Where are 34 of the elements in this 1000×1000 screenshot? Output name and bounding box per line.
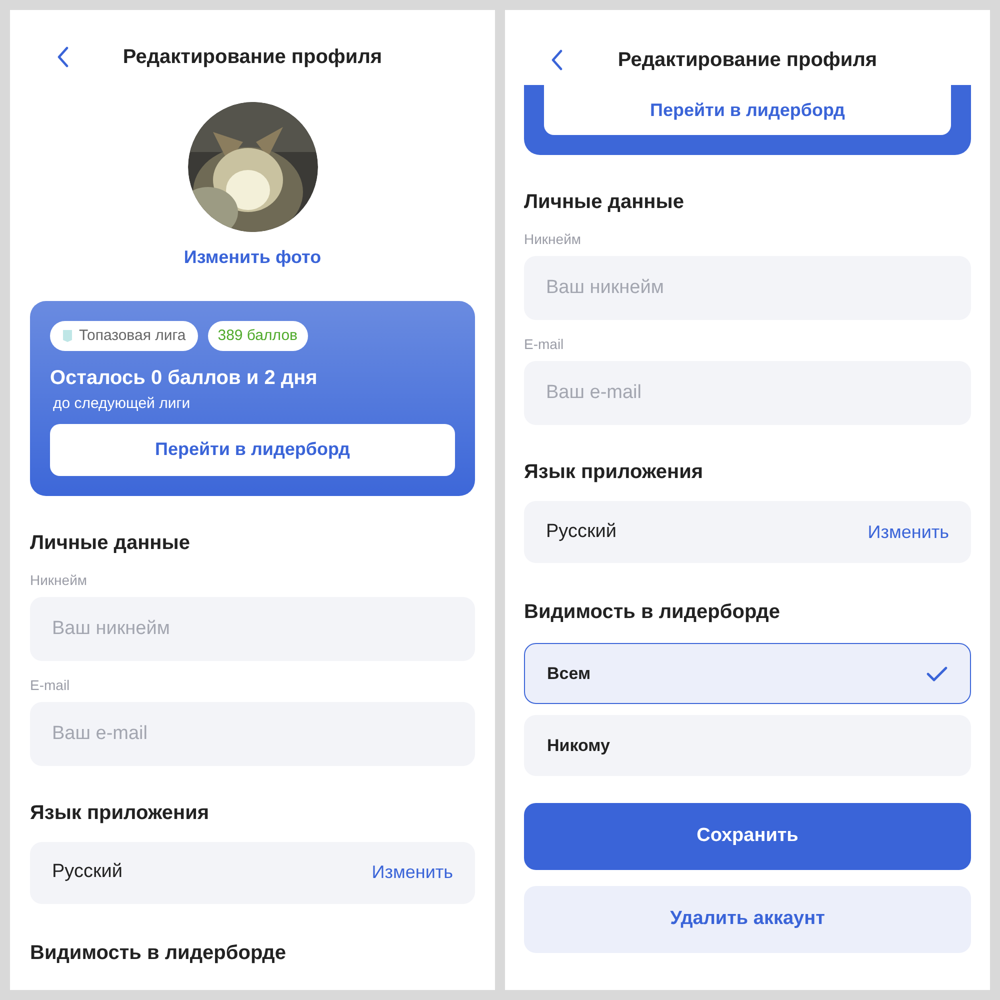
remaining-subtitle: до следующей лиги [53,394,192,414]
league-badge: Топазовая лига [50,321,198,351]
field-label: Никнейм [524,230,582,249]
screen-title: Редактирование профиля [618,48,878,73]
section-heading: Видимость в лидерборде [30,940,287,966]
delete-account-button[interactable]: Удалить аккаунт [524,886,971,953]
text-field[interactable]: Ваш e-mail [30,702,475,766]
leaderboard-button[interactable]: Перейти в лидерборд [544,85,951,135]
save-button[interactable]: Сохранить [524,803,971,870]
text-field[interactable]: Ваш никнейм [30,596,475,660]
points-badge: 389 баллов [208,321,308,351]
section-heading: Личные данные [524,190,685,215]
change-link[interactable]: Изменить [868,518,949,546]
screen-title: Редактирование профиля [122,45,382,70]
visibility-option[interactable]: Никому [524,715,971,776]
change-link[interactable]: Изменить [372,859,453,886]
field-label: Никнейм [30,570,88,590]
section-heading: Видимость в лидерборде [524,600,781,625]
section-heading: Личные данные [30,530,191,556]
language-value: Русский [52,860,122,884]
change-photo-link[interactable]: Изменить фото [184,244,322,271]
section-heading: Язык приложения [30,800,210,826]
visibility-option[interactable]: Всем [524,643,971,704]
back-icon[interactable] [550,49,564,71]
back-icon[interactable] [56,46,70,68]
section-heading: Язык приложения [524,460,704,485]
check-icon [926,666,948,682]
language-value: Русский [546,520,616,544]
text-field[interactable]: Ваш e-mail [524,361,971,425]
field-label: E-mail [524,335,565,354]
field-label: E-mail [30,676,71,694]
remaining-text: Осталось 0 баллов и 2 дня [50,366,318,391]
leaderboard-button[interactable]: Перейти в лидерборд [50,424,455,476]
text-field[interactable]: Ваш никнейм [524,256,971,320]
